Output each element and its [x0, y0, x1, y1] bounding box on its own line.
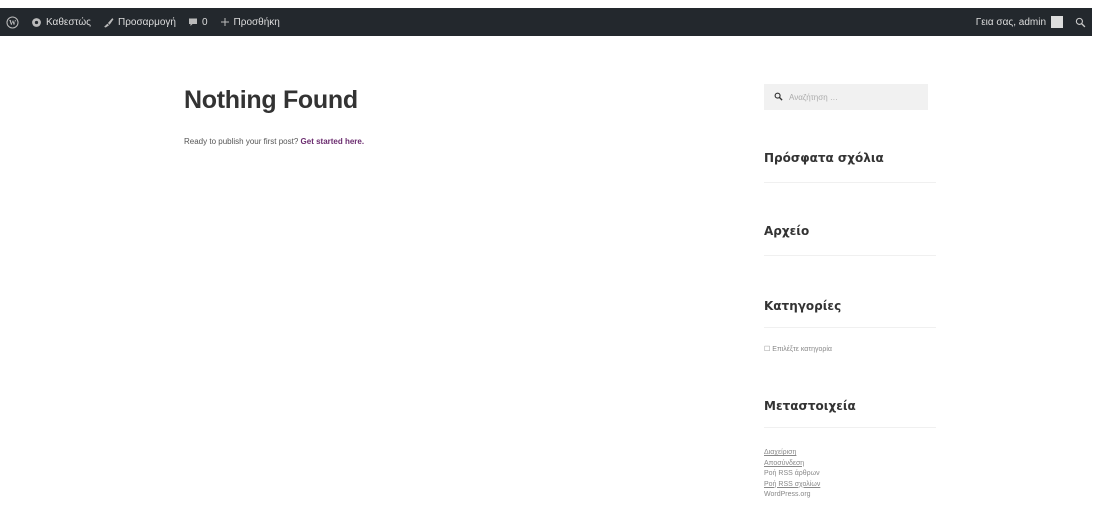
new-label: Προσθήκη	[233, 16, 280, 28]
categories-select-label: Επιλέξτε κατηγορία	[772, 346, 832, 353]
main-content: Nothing Found Ready to publish your firs…	[184, 86, 704, 146]
admin-bar-comments[interactable]: 0	[182, 8, 214, 36]
divider	[764, 427, 936, 428]
admin-bar-customize[interactable]: Προσαρμογή	[97, 8, 182, 36]
lead-text: Ready to publish your first post?	[184, 137, 299, 146]
plus-icon	[220, 17, 230, 27]
comment-bubble-icon	[188, 17, 198, 27]
divider	[764, 327, 936, 328]
greeting-label: Γεια σας, admin	[975, 16, 1046, 28]
meta-link-admin[interactable]: Διαχείριση	[764, 449, 796, 456]
categories-select[interactable]: ☐ Επιλέξτε κατηγορία	[764, 345, 832, 353]
page-title: Nothing Found	[184, 86, 358, 114]
divider	[764, 182, 936, 183]
meta-link-logout[interactable]: Αποσύνδεση	[764, 460, 804, 467]
divider	[764, 255, 936, 256]
get-started-link[interactable]: Get started here.	[301, 137, 365, 146]
list-item: WordPress.org	[764, 490, 820, 501]
meta-title: Μεταστοιχεία	[764, 399, 856, 413]
list-item: Αποσύνδεση	[764, 459, 820, 470]
sidebar: Πρόσφατα σχόλια Αρχείο Κατηγορίες ☐ Επιλ…	[764, 84, 936, 498]
list-item: Ροή RSS άρθρων	[764, 469, 820, 480]
customize-label: Προσαρμογή	[117, 16, 176, 28]
recent-comments-title: Πρόσφατα σχόλια	[764, 151, 884, 165]
dashboard-icon	[31, 17, 42, 28]
search-icon	[1075, 17, 1086, 28]
search-icon	[774, 88, 783, 106]
admin-bar-new[interactable]: Προσθήκη	[214, 8, 286, 36]
wordpress-logo-icon[interactable]: W	[0, 8, 25, 36]
list-item: Διαχείριση	[764, 448, 820, 459]
avatar	[1051, 16, 1063, 28]
brush-icon	[103, 17, 114, 28]
svg-text:W: W	[9, 19, 17, 27]
meta-link-comments-rss[interactable]: Ροή RSS σχολίων	[764, 481, 820, 488]
archives-title: Αρχείο	[764, 224, 810, 238]
meta-links: Διαχείριση Αποσύνδεση Ροή RSS άρθρων Ροή…	[764, 448, 820, 501]
admin-bar-site-name[interactable]: Καθεστώς	[25, 8, 97, 36]
select-checkbox-icon: ☐	[764, 346, 771, 353]
search-input[interactable]	[789, 92, 909, 102]
list-item: Ροή RSS σχολίων	[764, 480, 820, 491]
site-name-label: Καθεστώς	[46, 16, 91, 28]
no-posts-message: Ready to publish your first post? Get st…	[184, 137, 704, 146]
comments-count: 0	[201, 16, 208, 28]
admin-bar: W Καθεστώς Προσαρμογή 0 Προσθήκη Γεια σα…	[0, 8, 1092, 36]
meta-link-wordpress-org[interactable]: WordPress.org	[764, 491, 811, 498]
admin-bar-search[interactable]	[1069, 8, 1092, 36]
meta-link-entries-rss[interactable]: Ροή RSS άρθρων	[764, 470, 820, 477]
admin-bar-my-account[interactable]: Γεια σας, admin	[966, 8, 1069, 36]
search-form	[764, 84, 928, 110]
categories-title: Κατηγορίες	[764, 299, 842, 313]
